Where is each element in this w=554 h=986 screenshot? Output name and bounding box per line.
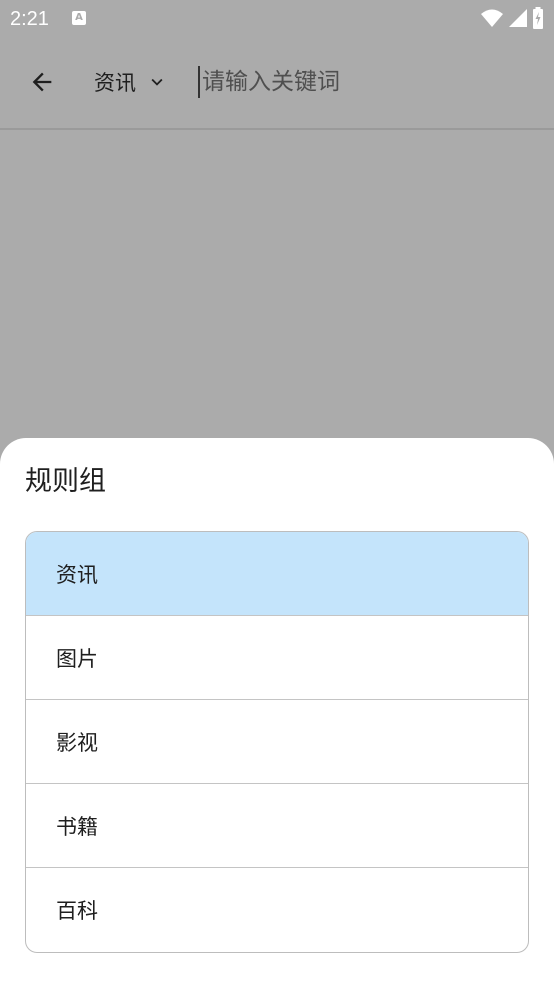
arrow-left-icon: [32, 72, 52, 92]
battery-icon: [533, 7, 543, 29]
group-item-books[interactable]: 书籍: [26, 784, 528, 868]
signal-icon: [509, 9, 527, 27]
group-item-label: 图片: [56, 646, 98, 671]
sheet-title: 规则组: [25, 466, 106, 497]
rule-group-bottom-sheet: 规则组 资讯 图片 影视 书籍 百科: [0, 438, 554, 986]
group-item-label: 资讯: [56, 562, 98, 587]
notification-a-icon: A: [72, 11, 86, 25]
group-item-label: 百科: [56, 899, 98, 923]
status-bar: 2:21 A: [0, 0, 554, 38]
status-icons: [480, 7, 544, 29]
group-item-encyclopedia[interactable]: 百科: [26, 868, 528, 952]
chevron-down-icon: [151, 78, 163, 86]
text-cursor: [198, 66, 200, 98]
group-item-images[interactable]: 图片: [26, 616, 528, 700]
search-input[interactable]: [202, 69, 502, 95]
group-selector-dropdown[interactable]: 资讯: [94, 62, 168, 102]
status-time: 2:21: [10, 8, 49, 30]
group-item-video[interactable]: 影视: [26, 700, 528, 784]
group-item-label: 影视: [56, 730, 98, 755]
wifi-icon: [481, 9, 503, 27]
group-item-news[interactable]: 资讯: [26, 532, 528, 616]
top-app-bar: 资讯: [0, 38, 554, 128]
search-field: [198, 62, 538, 102]
back-button[interactable]: [22, 62, 62, 102]
app-bar-divider: [0, 128, 554, 130]
rule-group-list: 资讯 图片 影视 书籍 百科: [25, 531, 529, 953]
group-selector-label: 资讯: [94, 71, 136, 95]
group-item-label: 书籍: [56, 814, 98, 839]
